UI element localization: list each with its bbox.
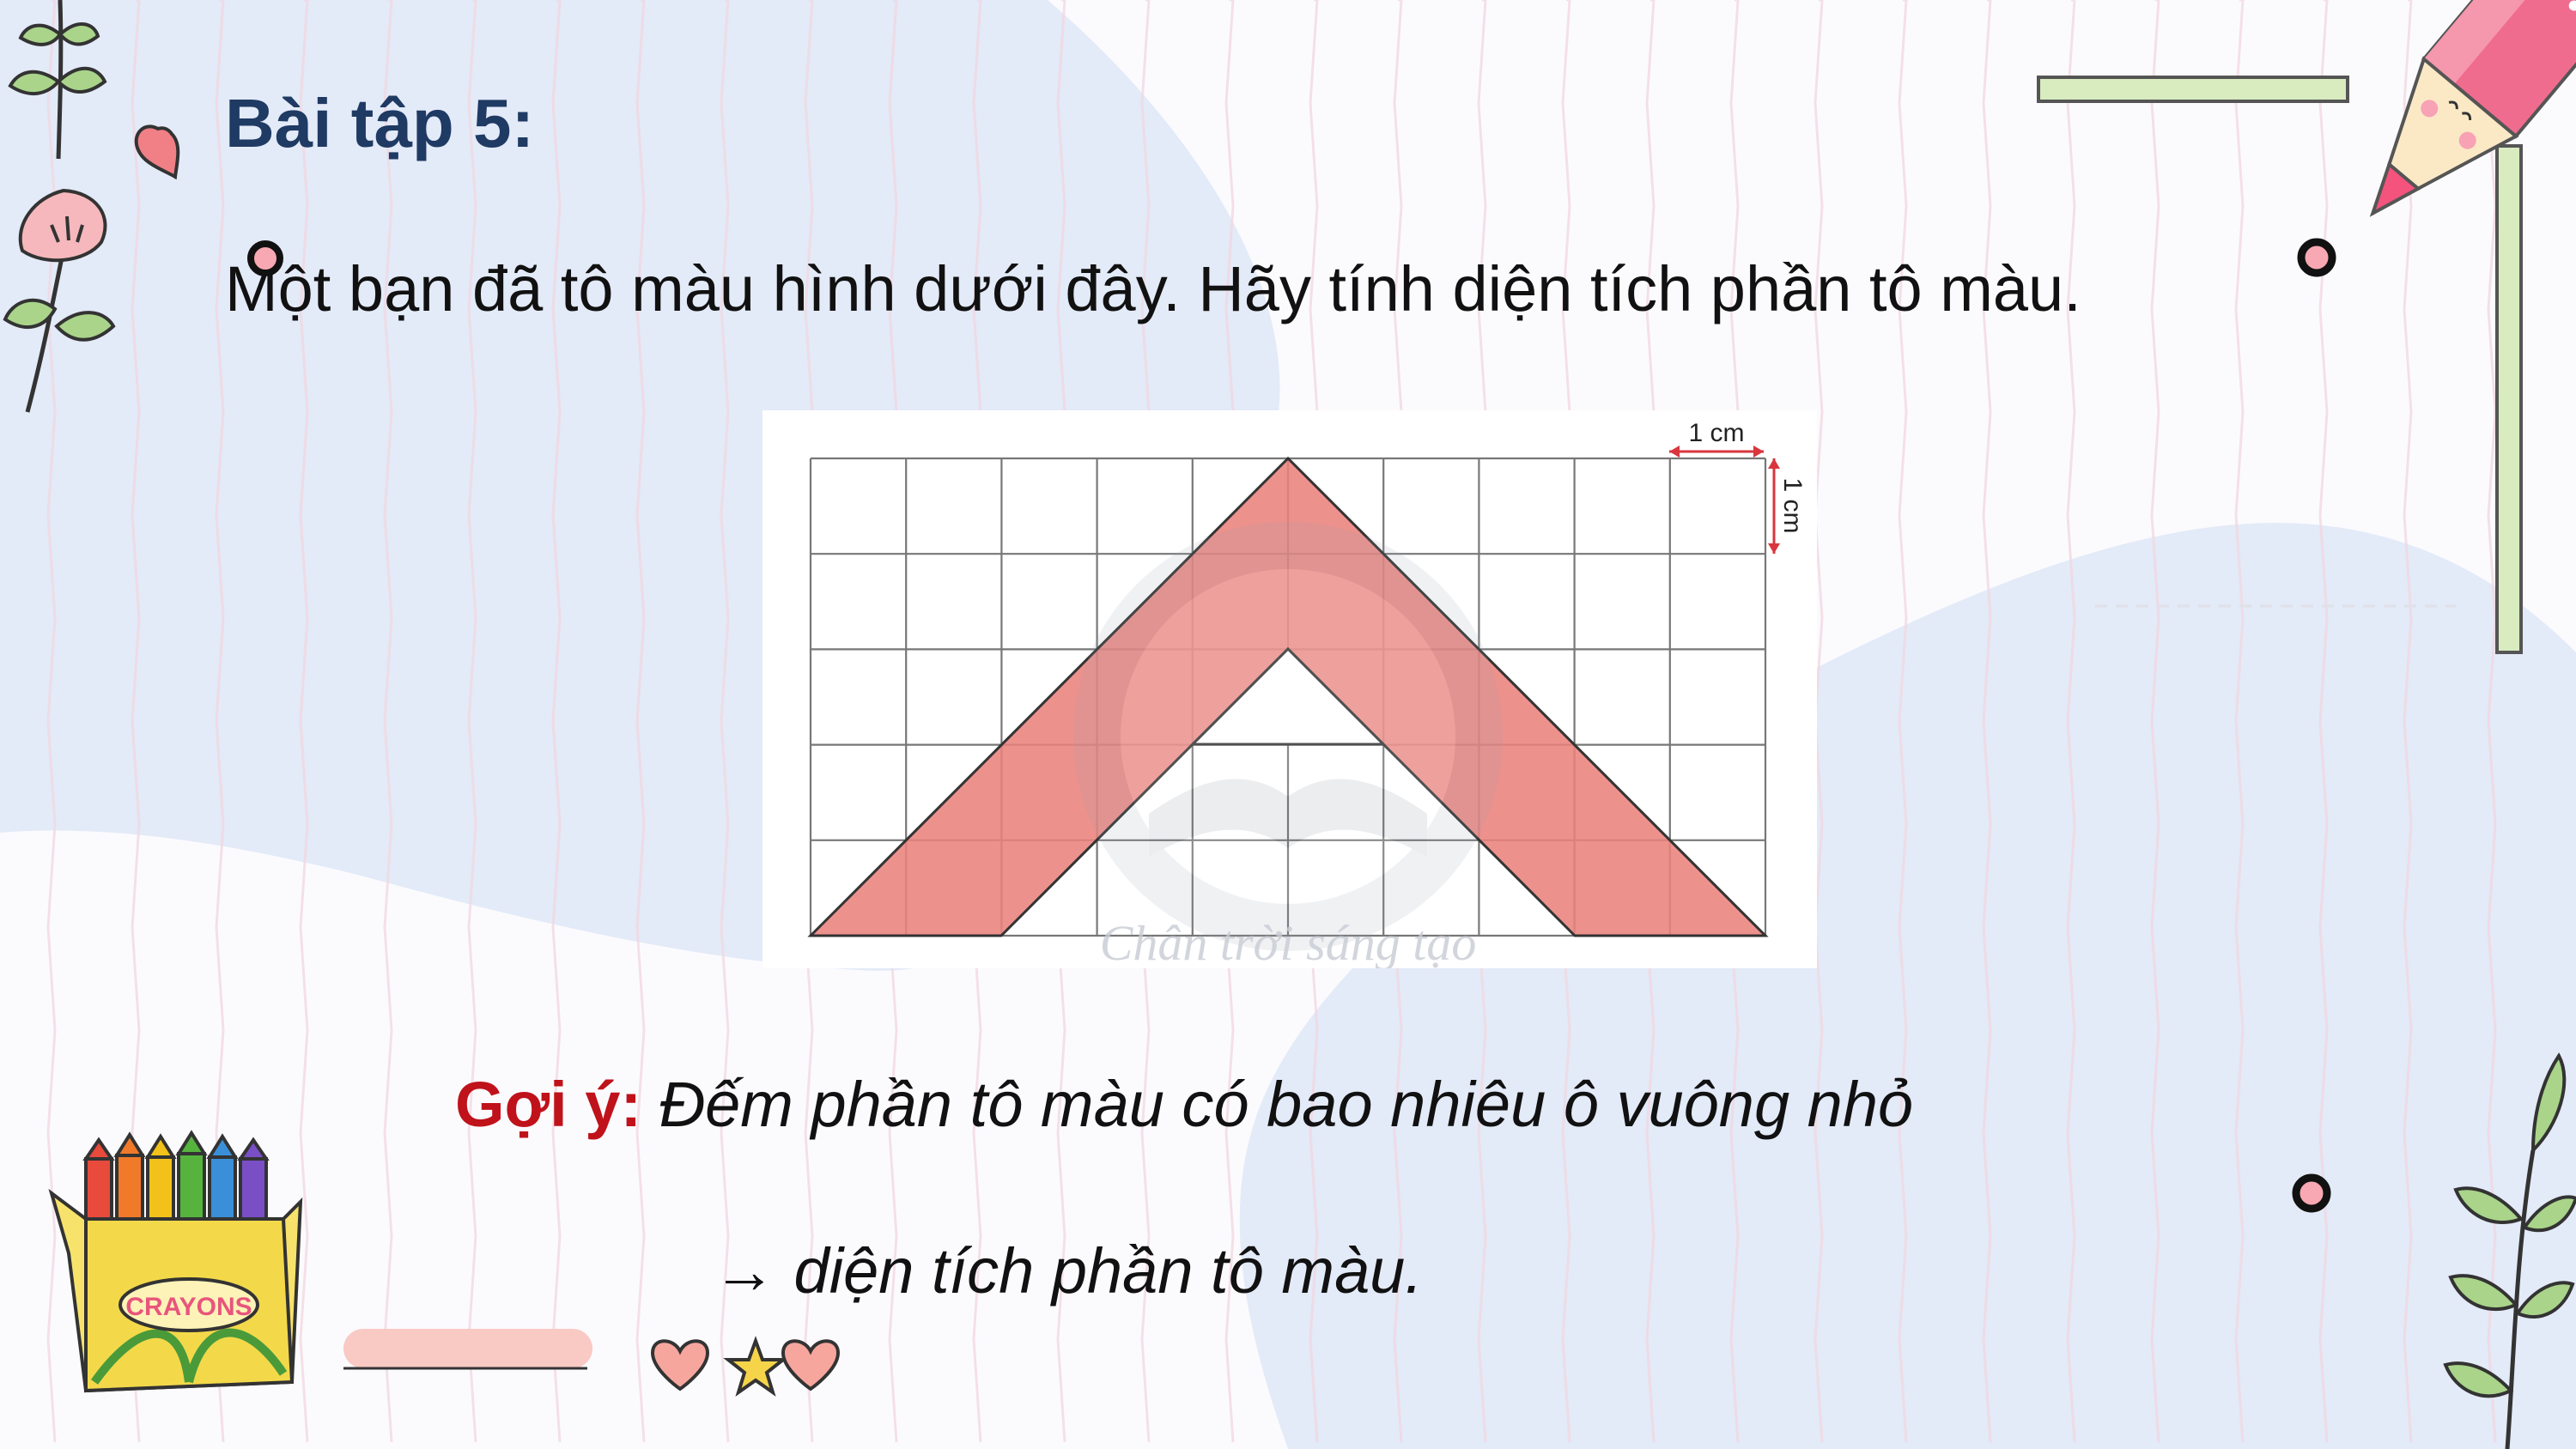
grid-figure: Chân trời sáng tạo 1 cm 1 cm (762, 410, 1817, 968)
hint-line: Gợi ý: Đếm phần tô màu có bao nhiêu ô vu… (455, 1070, 1913, 1139)
sprig-decoration-top-left (3, 0, 180, 413)
hint-label: Gợi ý: (455, 1069, 642, 1140)
hint-line-2: → diện tích phần tô màu. (713, 1235, 1423, 1307)
exercise-title: Bài tập 5: (225, 85, 535, 161)
pencil-corner-decoration (2037, 0, 2576, 654)
pink-bar (343, 1329, 592, 1368)
exercise-question: Một bạn đã tô màu hình dưới đây. Hãy tín… (225, 253, 2081, 324)
watermark-logo (1073, 522, 1503, 951)
unit-label-horizontal: 1 cm (1688, 419, 1744, 447)
bottom-ornament (343, 1329, 841, 1397)
bullet-ring-decoration (2292, 1173, 2331, 1213)
bullet-ring-decoration (247, 240, 283, 276)
watermark-text: Chân trời sáng tạo (1100, 915, 1477, 968)
crayon-box-label: CRAYONS (125, 1293, 252, 1321)
unit-label-vertical: 1 cm (1778, 477, 1807, 533)
sprig-decoration-bottom-right (2443, 1052, 2576, 1449)
crayon-box-decoration: CRAYONS (48, 1130, 303, 1393)
slide: Bài tập 5: Một bạn đã tô màu hình dưới đ… (0, 0, 2576, 1449)
heart-icon (781, 1339, 841, 1391)
star-icon (723, 1336, 788, 1397)
heart-icon (650, 1339, 710, 1391)
hint-text: Đếm phần tô màu có bao nhiêu ô vuông nhỏ (659, 1069, 1914, 1140)
